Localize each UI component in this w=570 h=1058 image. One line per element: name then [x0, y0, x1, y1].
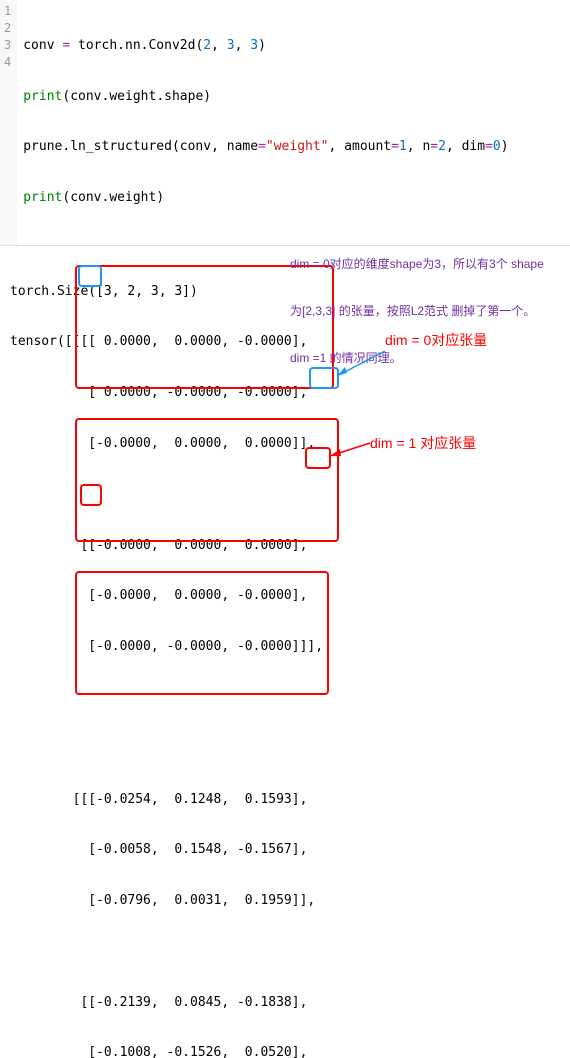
line-number: 4 — [4, 55, 11, 72]
output-line: [-0.0796, 0.0031, 0.1959]], — [10, 893, 560, 910]
output-line — [10, 944, 560, 961]
code-block: 1 2 3 4 conv = torch.nn.Conv2d(2, 3, 3) … — [0, 0, 570, 246]
output-line: [-0.0000, -0.0000, -0.0000]]], — [10, 639, 560, 656]
code-line: prune.ln_structured(conv, name="weight",… — [23, 139, 564, 156]
output-line: [-0.0058, 0.1548, -0.1567], — [10, 842, 560, 859]
code-line: print(conv.weight.shape) — [23, 89, 564, 106]
output-line — [10, 741, 560, 758]
line-number: 3 — [4, 38, 11, 55]
output-line: [-0.1008, -0.1526, 0.0520], — [10, 1045, 560, 1058]
code-line: conv = torch.nn.Conv2d(2, 3, 3) — [23, 38, 564, 55]
code-line: print(conv.weight) — [23, 190, 564, 207]
output-line: [-0.0000, 0.0000, -0.0000], — [10, 588, 560, 605]
output-line: [[[-0.0254, 0.1248, 0.1593], — [10, 792, 560, 809]
line-gutter: 1 2 3 4 — [0, 0, 17, 245]
output-area: torch.Size([3, 2, 3, 3]) tensor([[[[ 0.0… — [0, 246, 570, 1058]
output-line: torch.Size([3, 2, 3, 3]) — [10, 284, 560, 301]
code-area[interactable]: conv = torch.nn.Conv2d(2, 3, 3) print(co… — [17, 0, 570, 245]
output-line: [[-0.0000, 0.0000, 0.0000], — [10, 538, 560, 555]
line-number: 2 — [4, 21, 11, 38]
output-line — [10, 690, 560, 707]
output-line — [10, 487, 560, 504]
output-line: [ 0.0000, -0.0000, -0.0000], — [10, 385, 560, 402]
output-line: [[-0.2139, 0.0845, -0.1838], — [10, 995, 560, 1012]
output-line: tensor([[[[ 0.0000, 0.0000, -0.0000], — [10, 334, 560, 351]
annotation-purple: dim = 0对应的维度shape为3，所以有3个 shape 为[2,3,3]… — [290, 226, 570, 398]
line-number: 1 — [4, 4, 11, 21]
arrow-icon — [335, 351, 385, 381]
output-line: [-0.0000, 0.0000, 0.0000]], — [10, 436, 560, 453]
